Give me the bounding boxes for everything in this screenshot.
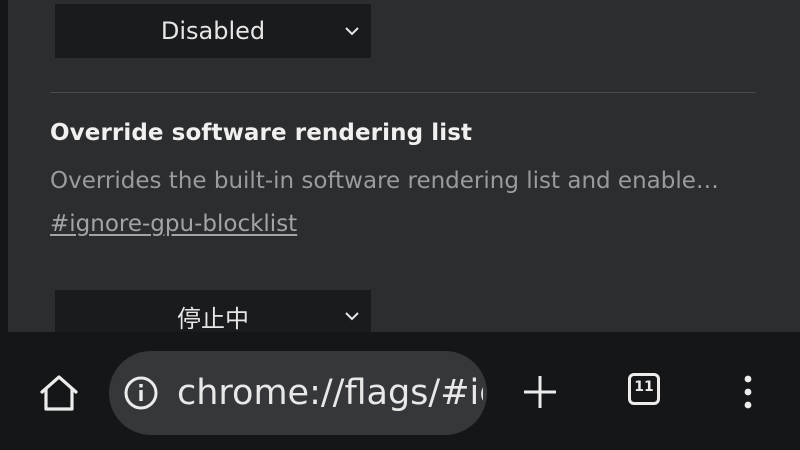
bottom-toolbar: chrome://flags/#ignore-gpu-blocklist 11 bbox=[0, 332, 800, 450]
tab-count: 11 bbox=[634, 379, 654, 395]
chevron-down-icon bbox=[345, 27, 359, 36]
chevron-down-icon bbox=[345, 312, 359, 321]
select-value: Disabled bbox=[160, 17, 266, 45]
flag-description: Overrides the built-in software renderin… bbox=[50, 168, 719, 194]
flag-anchor-link[interactable]: #ignore-gpu-blocklist bbox=[50, 211, 297, 237]
info-icon[interactable] bbox=[123, 375, 159, 411]
address-bar[interactable]: chrome://flags/#ignore-gpu-blocklist bbox=[109, 351, 487, 435]
more-vert-icon[interactable] bbox=[736, 372, 760, 412]
flag-state-select-previous[interactable]: Disabled bbox=[55, 4, 371, 58]
divider bbox=[50, 92, 756, 93]
flag-title: Override software rendering list bbox=[50, 120, 473, 146]
plus-icon[interactable] bbox=[520, 372, 560, 412]
flags-content: Disabled Override software rendering lis… bbox=[8, 0, 800, 332]
select-value: 停止中 bbox=[177, 304, 249, 333]
browser-window: Disabled Override software rendering lis… bbox=[0, 0, 800, 450]
flag-state-select[interactable]: 停止中 bbox=[55, 290, 371, 332]
url-text: chrome://flags/#ignore-gpu-blocklist bbox=[177, 373, 483, 413]
home-icon[interactable] bbox=[36, 370, 82, 416]
tab-switcher-icon[interactable]: 11 bbox=[627, 372, 667, 412]
